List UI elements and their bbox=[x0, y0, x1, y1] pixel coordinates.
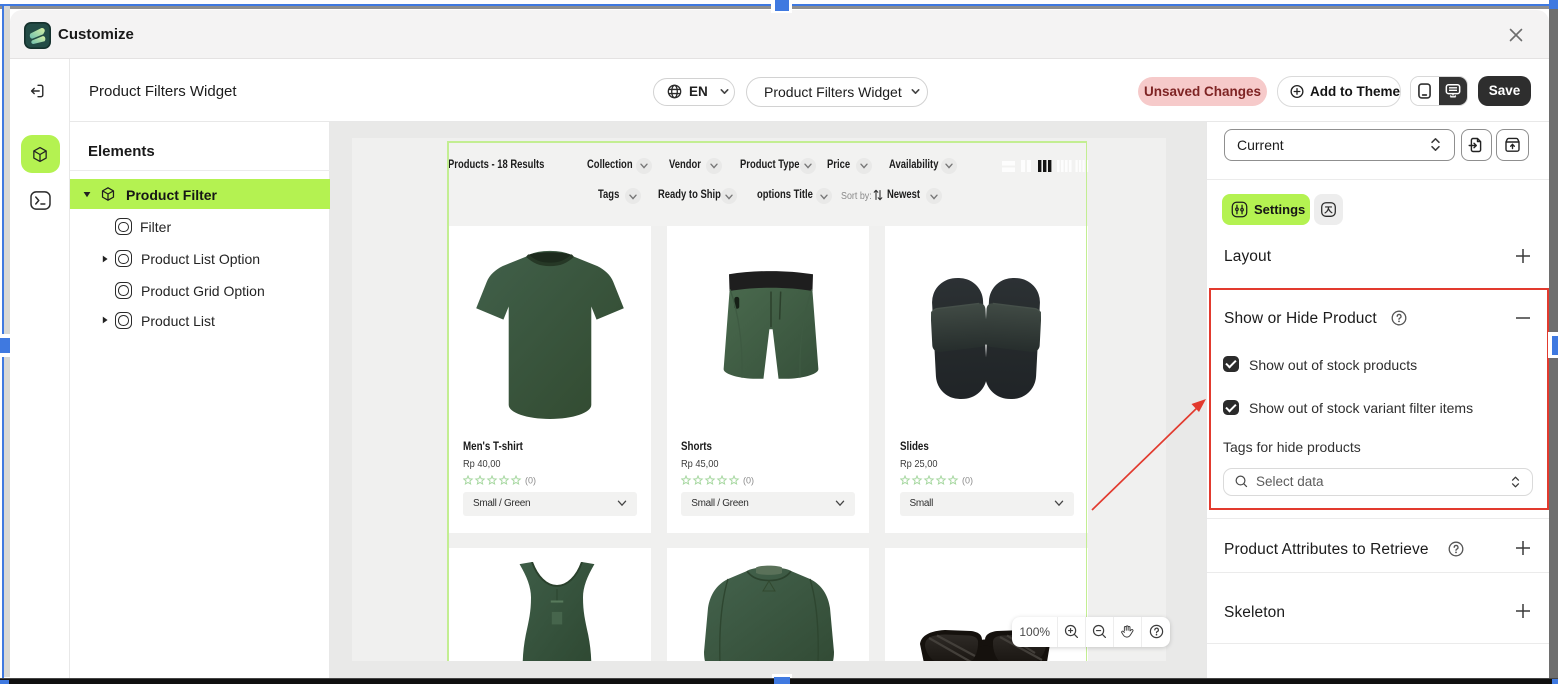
svg-text:(0): (0) bbox=[962, 475, 973, 485]
svg-text:(0): (0) bbox=[743, 475, 754, 485]
svg-text:(0): (0) bbox=[525, 475, 536, 485]
